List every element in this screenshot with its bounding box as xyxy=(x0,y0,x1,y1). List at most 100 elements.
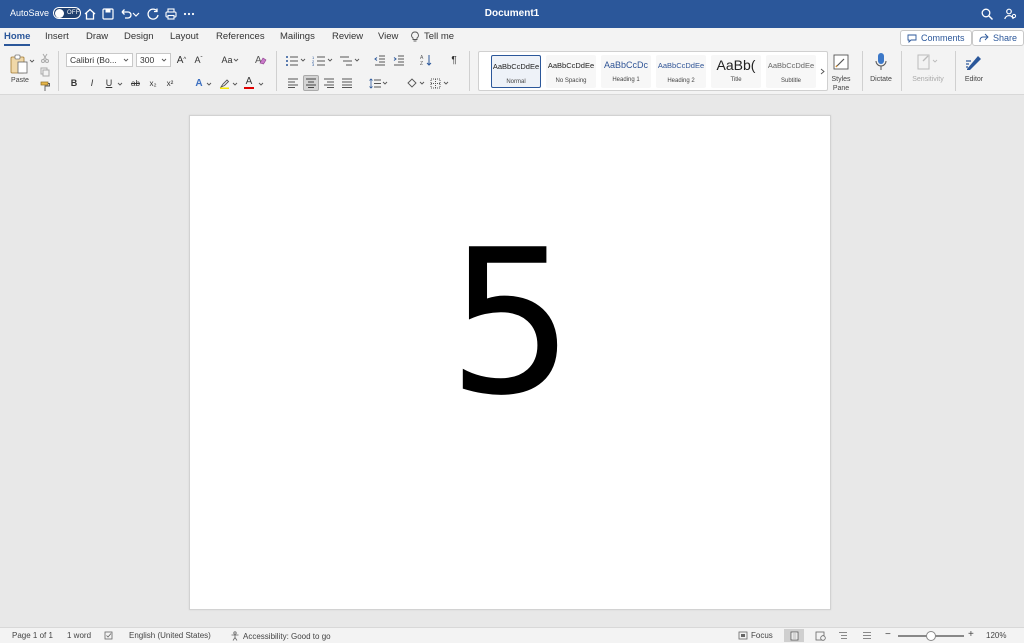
style-subtitle[interactable]: AaBbCcDdEe Subtitle xyxy=(766,55,816,88)
tab-layout[interactable]: Layout xyxy=(170,31,199,42)
comments-label: Comments xyxy=(921,33,965,43)
zoom-slider-handle[interactable] xyxy=(926,631,936,641)
style-normal[interactable]: AaBbCcDdEe Normal xyxy=(491,55,541,88)
styles-gallery: AaBbCcDdEe Normal AaBbCcDdEe No Spacing … xyxy=(478,51,828,91)
zoom-level[interactable]: 120% xyxy=(986,631,1006,640)
tab-design[interactable]: Design xyxy=(124,31,154,42)
svg-text:A: A xyxy=(255,55,262,66)
account-icon[interactable] xyxy=(1002,6,1018,22)
style-name: Title xyxy=(730,77,742,83)
align-center-icon[interactable] xyxy=(303,75,319,91)
tab-references[interactable]: References xyxy=(216,31,265,42)
document-page[interactable]: 5 xyxy=(189,115,831,610)
subscript-button[interactable]: x₂ xyxy=(147,76,159,90)
strikethrough-button[interactable]: ab xyxy=(129,76,142,90)
multilevel-list-button[interactable] xyxy=(338,53,362,67)
share-button[interactable]: Share xyxy=(972,30,1024,46)
separator xyxy=(901,51,902,91)
tab-home[interactable]: Home xyxy=(4,31,31,46)
format-painter-icon[interactable] xyxy=(39,80,51,92)
styles-pane-icon[interactable] xyxy=(831,51,851,73)
font-size-value: 300 xyxy=(140,55,155,65)
font-color-button[interactable]: A xyxy=(243,75,255,90)
numbering-button[interactable]: 123 xyxy=(311,53,335,67)
tell-me-label: Tell me xyxy=(424,31,455,42)
highlight-icon[interactable] xyxy=(218,76,231,90)
superscript-button[interactable]: x² xyxy=(164,76,176,90)
font-color-dropdown-icon[interactable] xyxy=(257,80,265,88)
justify-icon[interactable] xyxy=(340,76,354,90)
editor-button[interactable] xyxy=(963,51,985,73)
font-name-dropdown[interactable]: Calibri (Bo... xyxy=(66,53,133,67)
dictate-button[interactable] xyxy=(872,51,890,73)
tab-mailings[interactable]: Mailings xyxy=(280,31,315,42)
text-effects-dropdown-icon[interactable] xyxy=(205,80,213,88)
zoom-out-button[interactable]: − xyxy=(885,629,891,640)
web-layout-view-icon[interactable] xyxy=(815,631,826,641)
zoom-in-button[interactable]: + xyxy=(968,629,974,640)
align-left-icon[interactable] xyxy=(286,76,300,90)
share-label: Share xyxy=(993,33,1018,43)
grow-font-icon[interactable]: A ^ xyxy=(175,53,188,67)
focus-label: Focus xyxy=(751,631,773,640)
text-effects-button[interactable]: A xyxy=(193,76,205,90)
sensitivity-icon xyxy=(917,54,938,70)
style-sample: AaBbCcDdEe xyxy=(657,61,705,70)
font-name-value: Calibri (Bo... xyxy=(70,55,117,65)
focus-button[interactable]: Focus xyxy=(738,631,773,640)
shading-button[interactable] xyxy=(405,76,427,90)
numbered-list-icon: 123 xyxy=(312,55,333,66)
highlight-dropdown-icon[interactable] xyxy=(231,80,239,88)
share-icon xyxy=(979,33,989,42)
tab-view[interactable]: View xyxy=(378,31,398,42)
style-no-spacing[interactable]: AaBbCcDdEe No Spacing xyxy=(546,55,596,88)
word-count[interactable]: 1 word xyxy=(67,631,91,640)
font-color-swatch xyxy=(244,87,254,89)
lightbulb-icon xyxy=(411,31,419,42)
comments-button[interactable]: Comments xyxy=(900,30,972,46)
outline-view-icon[interactable] xyxy=(838,631,848,640)
italic-button[interactable]: I xyxy=(86,76,98,90)
bold-button[interactable]: B xyxy=(68,76,80,90)
proofing-icon[interactable] xyxy=(104,631,114,640)
cut-icon[interactable] xyxy=(39,52,51,64)
underline-dropdown-icon[interactable] xyxy=(116,80,124,88)
language-status[interactable]: English (United States) xyxy=(129,631,211,640)
document-content[interactable]: 5 xyxy=(190,224,832,424)
style-name: Normal xyxy=(506,79,526,85)
underline-button[interactable]: U xyxy=(103,76,115,90)
gallery-next-icon[interactable] xyxy=(818,66,826,76)
clear-formatting-icon[interactable]: A xyxy=(253,52,268,67)
tab-insert[interactable]: Insert xyxy=(45,31,69,42)
show-formatting-button[interactable]: ¶ xyxy=(448,53,460,67)
sensitivity-button[interactable] xyxy=(916,52,940,72)
search-icon[interactable] xyxy=(979,6,995,22)
page-count[interactable]: Page 1 of 1 xyxy=(12,631,53,640)
tab-draw[interactable]: Draw xyxy=(86,31,108,42)
draft-view-icon[interactable] xyxy=(862,631,872,640)
accessibility-status[interactable]: Accessibility: Good to go xyxy=(230,631,331,641)
line-spacing-button[interactable] xyxy=(368,76,390,90)
font-size-dropdown[interactable]: 300 xyxy=(136,53,171,67)
tab-review[interactable]: Review xyxy=(332,31,363,42)
borders-button[interactable] xyxy=(429,76,451,90)
style-heading-1[interactable]: AaBbCcDc Heading 1 xyxy=(601,55,651,88)
microphone-icon xyxy=(875,53,887,70)
style-sample: AaBbCcDdEe xyxy=(492,62,540,71)
decrease-indent-icon[interactable] xyxy=(373,53,387,67)
increase-indent-icon[interactable] xyxy=(392,53,406,67)
copy-icon[interactable] xyxy=(39,66,51,78)
sort-icon[interactable]: AZ xyxy=(419,53,433,67)
shrink-font-icon[interactable]: Aˇ xyxy=(192,53,205,67)
borders-icon xyxy=(430,78,449,88)
style-title[interactable]: AaBb( Title xyxy=(711,55,761,88)
bullets-button[interactable] xyxy=(284,53,308,67)
style-name: Heading 2 xyxy=(667,78,695,84)
align-right-icon[interactable] xyxy=(322,76,336,90)
print-layout-view-icon[interactable] xyxy=(784,629,804,642)
style-heading-2[interactable]: AaBbCcDdEe Heading 2 xyxy=(656,55,706,88)
editor-pen-icon xyxy=(966,56,981,70)
paste-dropdown-icon[interactable] xyxy=(29,57,35,65)
change-case-button[interactable]: Aa xyxy=(218,53,242,67)
tell-me-search[interactable]: Tell me xyxy=(410,31,454,42)
